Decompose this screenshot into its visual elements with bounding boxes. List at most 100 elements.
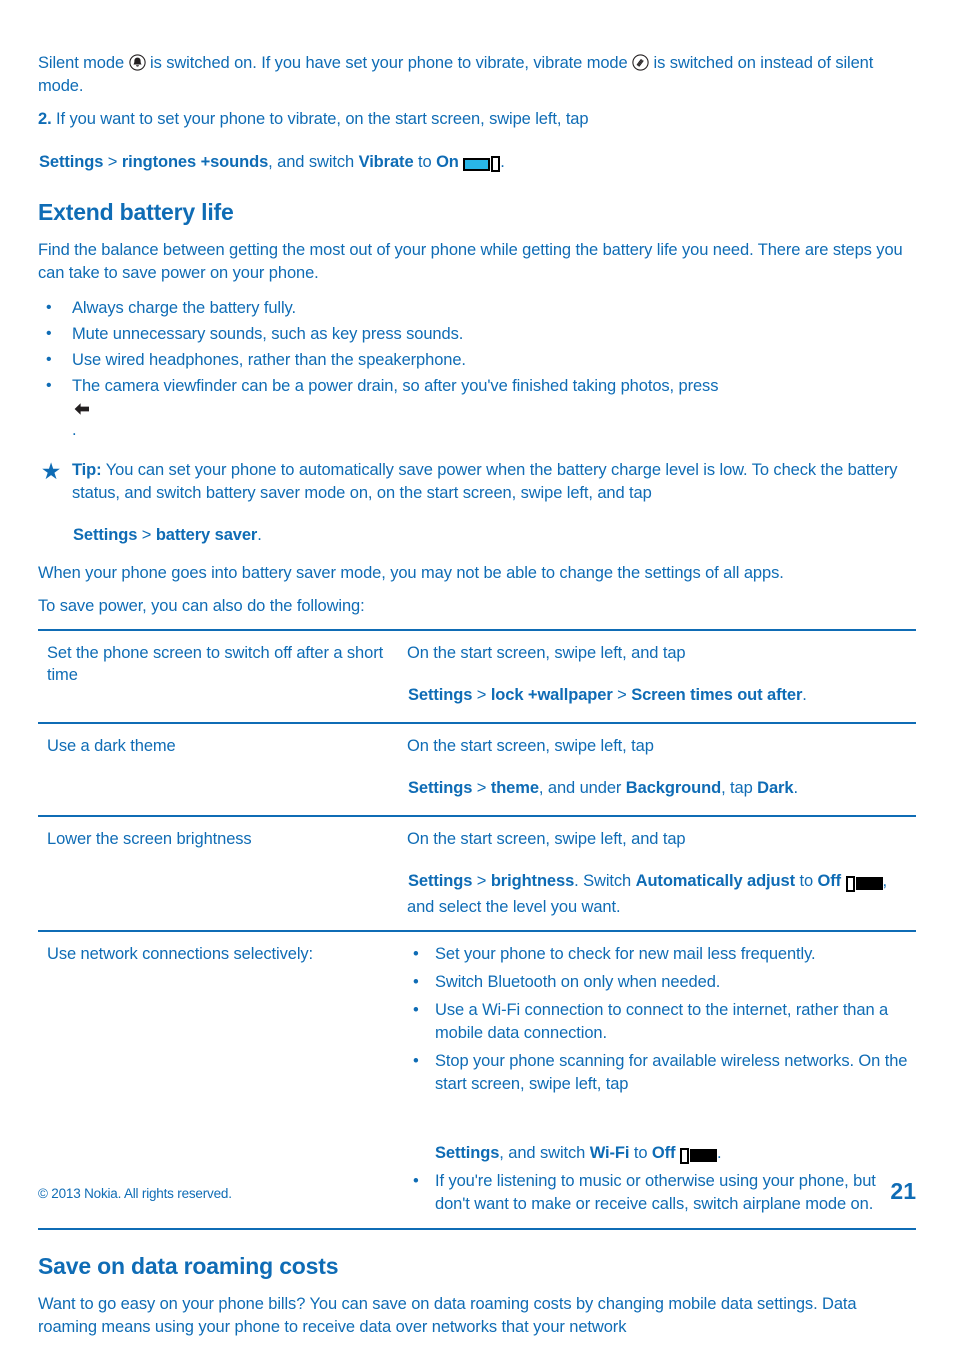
row-value: On the start screen, swipe left, and tap… <box>398 628 916 723</box>
settings-gear-icon <box>407 760 908 777</box>
star-icon: ★ <box>40 458 62 484</box>
value-text-a: On the start screen, swipe left, and tap <box>407 829 686 848</box>
tip-block: ★ Tip: You can set your phone to automat… <box>38 459 916 550</box>
power-saving-table: Set the phone screen to switch off after… <box>38 628 916 1230</box>
settings-gear-icon <box>38 133 916 151</box>
value-mid-1: . Switch <box>574 872 636 890</box>
value-mid-1: , and under <box>538 779 626 797</box>
settings-label: Settings <box>435 1144 500 1162</box>
back-arrow-icon <box>72 401 916 417</box>
bullet-text-c: to <box>629 1144 652 1162</box>
brightness-label: brightness <box>490 872 575 890</box>
tip-body-b: . <box>257 526 262 544</box>
bullet-text-d: . <box>716 1144 722 1162</box>
off-label: Off <box>651 1144 676 1162</box>
auto-adjust-label: Automatically adjust <box>635 872 795 890</box>
value-end: . <box>793 779 798 797</box>
manual-page: Silent mode is switched on. If you have … <box>38 0 916 1336</box>
step-text-c: to <box>413 152 437 171</box>
settings-gear-icon <box>72 507 916 524</box>
value-text-a: On the start screen, swipe left, tap <box>407 736 654 755</box>
settings-gear-icon <box>435 1099 908 1116</box>
toggle-knob <box>491 156 501 173</box>
ringtones-sounds-label: ringtones +sounds <box>121 152 269 171</box>
table-intro-text: To save power, you can also do the follo… <box>38 597 365 615</box>
table-row: Use a dark theme On the start screen, sw… <box>38 721 916 816</box>
bullet-text: Always charge the battery fully. <box>72 299 296 317</box>
row-label: Set the phone screen to switch off after… <box>38 628 398 723</box>
page-number: 21 <box>890 1178 916 1204</box>
settings-label: Settings <box>408 779 473 797</box>
on-label: On <box>436 152 459 171</box>
vibrate-label: Vibrate <box>358 152 414 171</box>
dark-label: Dark <box>757 779 794 797</box>
step-gt-1: > <box>103 152 122 171</box>
tip-label: Tip: <box>72 461 102 479</box>
tip-text: Tip: You can set your phone to automatic… <box>72 461 916 544</box>
silent-mode-paragraph: Silent mode is switched on. If you have … <box>38 52 916 97</box>
vibrate-mode-icon <box>632 54 649 71</box>
section-heading-roaming: Save on data roaming costs <box>38 1253 339 1279</box>
list-item: Use a Wi-Fi connection to connect to the… <box>407 999 908 1045</box>
silent-mode-icon <box>128 54 146 71</box>
list-item: Switch Bluetooth on only when needed. <box>407 971 908 994</box>
lock-wallpaper-label: lock +wallpaper <box>490 686 613 704</box>
vibrate-step-paragraph: 2. If you want to set your phone to vibr… <box>38 108 916 176</box>
battery-tips-list: Always charge the battery fully. Mute un… <box>38 295 916 445</box>
row-value: On the start screen, swipe left, and tap… <box>398 814 916 931</box>
settings-label: Settings <box>39 152 104 171</box>
theme-label: theme <box>490 779 539 797</box>
tip-body-a: You can set your phone to automatically … <box>72 461 898 502</box>
value-text-a: On the start screen, swipe left, and tap <box>407 643 686 662</box>
settings-gear-icon <box>407 853 908 870</box>
background-label: Background <box>625 779 722 797</box>
bullet-text-a: Stop your phone scanning for available w… <box>435 1052 908 1093</box>
table-row: Set the phone screen to switch off after… <box>38 628 916 723</box>
toggle-on-icon <box>463 156 501 173</box>
table-row: Lower the screen brightness On the start… <box>38 814 916 931</box>
bullet-text: Mute unnecessary sounds, such as key pre… <box>72 325 464 343</box>
step-number: 2. <box>38 110 52 128</box>
bullet-text: Use a Wi-Fi connection to connect to the… <box>435 1001 889 1042</box>
step-text-a: If you want to set your phone to vibrate… <box>51 110 589 128</box>
page-content: Silent mode is switched on. If you have … <box>38 52 916 1349</box>
toggle-off-icon <box>679 1147 717 1164</box>
bullet-text-b: , and switch <box>499 1144 590 1162</box>
value-mid-2: to <box>795 872 818 890</box>
section-heading-battery: Extend battery life <box>38 199 234 225</box>
silent-mode-text-a: Silent mode <box>38 54 129 72</box>
bullet-text-after: . <box>72 421 77 439</box>
silent-mode-text-b: is switched on. If you have set your pho… <box>145 54 633 72</box>
toggle-bar <box>463 157 491 171</box>
toggle-off-icon <box>845 875 883 892</box>
list-item: Use wired headphones, rather than the sp… <box>38 347 916 373</box>
screen-timeout-label: Screen times out after <box>631 686 803 704</box>
wifi-label: Wi-Fi <box>589 1144 630 1162</box>
row-value: On the start screen, swipe left, tap Set… <box>398 721 916 816</box>
list-item: Stop your phone scanning for available w… <box>407 1050 908 1165</box>
roaming-intro-paragraph: Want to go easy on your phone bills? You… <box>38 1295 857 1336</box>
network-tips-list: Set your phone to check for new mail les… <box>407 943 908 1216</box>
toggle-knob <box>845 875 855 892</box>
bullet-text: Set your phone to check for new mail les… <box>435 945 816 963</box>
list-item: The camera viewfinder can be a power dra… <box>38 373 916 445</box>
bullet-text: Switch Bluetooth on only when needed. <box>435 973 721 991</box>
list-item: Always charge the battery fully. <box>38 295 916 321</box>
row-label: Use a dark theme <box>38 721 398 816</box>
toggle-bar <box>855 877 883 891</box>
settings-label: Settings <box>73 526 138 544</box>
bullet-text: Use wired headphones, rather than the sp… <box>72 351 466 369</box>
bullet-text: The camera viewfinder can be a power dra… <box>72 377 719 395</box>
value-gt-2: > <box>612 686 632 704</box>
list-item: Mute unnecessary sounds, such as key pre… <box>38 321 916 347</box>
off-label: Off <box>817 872 842 890</box>
step-text-d: . <box>500 152 505 171</box>
value-gt-1: > <box>472 872 491 890</box>
value-gt-1: > <box>472 686 491 704</box>
row-label: Lower the screen brightness <box>38 814 398 931</box>
value-end: . <box>802 686 807 704</box>
page-footer: © 2013 Nokia. All rights reserved. 21 <box>38 1178 916 1214</box>
value-mid-2: , tap <box>721 779 758 797</box>
toggle-knob <box>679 1147 689 1164</box>
toggle-bar <box>689 1149 717 1163</box>
